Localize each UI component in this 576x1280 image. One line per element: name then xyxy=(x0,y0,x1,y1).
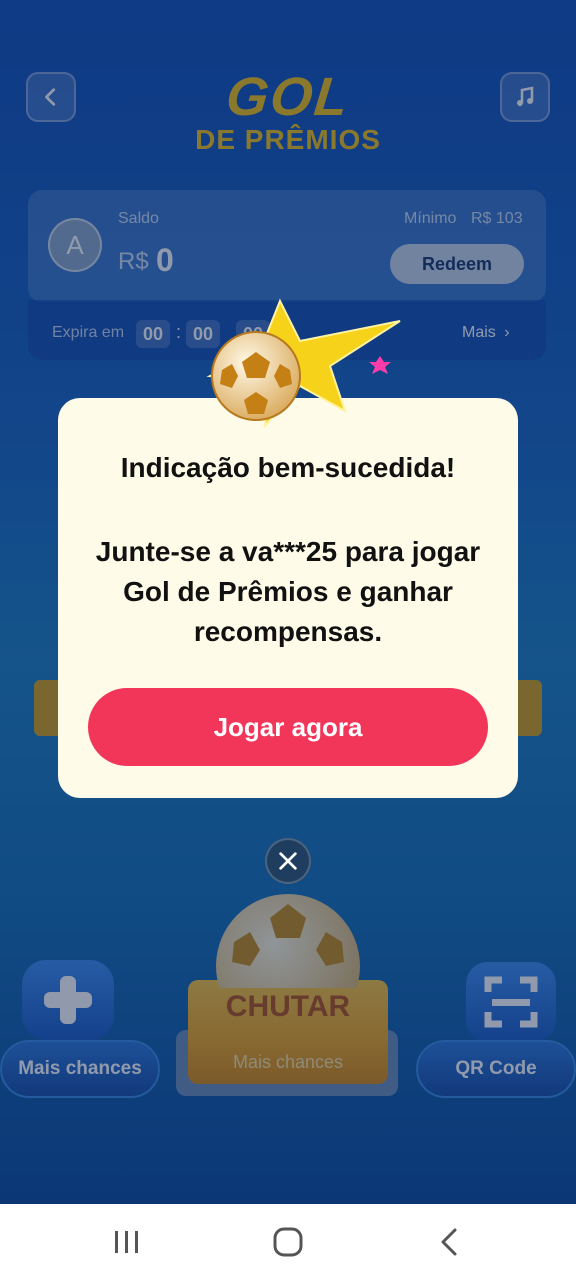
close-modal-button[interactable] xyxy=(265,838,311,884)
modal-title: Indicação bem-sucedida! xyxy=(120,452,456,483)
game-screen: GOL DE PRÊMIOS A Saldo R$ 0 Mínimo R$ 10… xyxy=(0,0,576,1204)
close-icon xyxy=(279,852,297,870)
soccer-ball-icon xyxy=(211,331,301,421)
modal-message: Junte-se a va***25 para jogar Gol de Prê… xyxy=(95,536,481,647)
home-button[interactable] xyxy=(263,1224,313,1260)
play-now-button[interactable]: Jogar agora xyxy=(88,688,488,766)
back-arrow-icon xyxy=(441,1228,457,1256)
system-nav-bar xyxy=(0,1204,576,1280)
home-icon xyxy=(273,1227,303,1257)
recent-apps-button[interactable] xyxy=(102,1224,152,1260)
recent-apps-icon xyxy=(115,1231,138,1253)
back-nav-button[interactable] xyxy=(424,1224,474,1260)
